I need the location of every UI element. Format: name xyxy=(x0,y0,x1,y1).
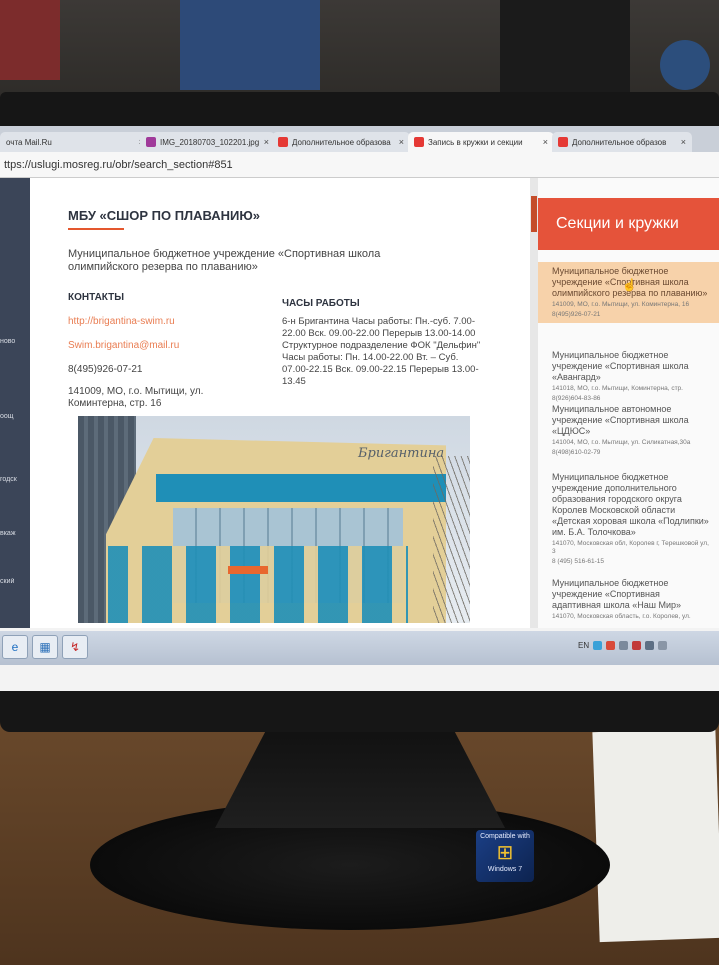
close-icon[interactable]: × xyxy=(399,137,404,147)
result-name: Муниципальное бюджетное учреждение «Спор… xyxy=(552,578,682,610)
building-sign: Бригантина xyxy=(358,446,445,461)
result-address: 141004, МО, г.о. Мытищи, ул. Силикатная,… xyxy=(552,439,691,446)
screen: очта Mail.Ru × IMG_20180703_102201.jpg ×… xyxy=(0,126,719,691)
shelf-binders xyxy=(180,0,320,90)
shelf-globe xyxy=(660,40,710,90)
shelf-box xyxy=(500,0,630,100)
hours-heading: ЧАСЫ РАБОТЫ xyxy=(282,298,360,309)
photo-orange-tiles xyxy=(228,566,268,574)
tab-label: Дополнительное образова xyxy=(292,137,391,147)
tab-mail[interactable]: очта Mail.Ru × xyxy=(0,132,150,152)
result-item[interactable]: Муниципальное бюджетное учреждение «Спор… xyxy=(538,262,719,323)
tab-label: IMG_20180703_102201.jpg xyxy=(160,137,260,147)
tray-app-icon[interactable] xyxy=(593,641,603,650)
address-text: 141009, МО, г.о. Мытищи, ул. Коминтерна,… xyxy=(68,386,204,409)
scrollbar[interactable] xyxy=(530,178,538,628)
windows-logo-icon: ⊞ xyxy=(496,842,514,864)
result-phone: 8 (495) 516-61-15 xyxy=(552,558,605,565)
result-item[interactable]: Муниципальное бюджетное учреждение «Спор… xyxy=(538,574,719,625)
page: ново оощ годск вкаж ский МБУ «СШОР ПО ПЛ… xyxy=(0,178,719,646)
results-panel: Секции и кружки Муниципальное бюджетное … xyxy=(538,178,719,628)
address-bar[interactable]: ttps://uslugi.mosreg.ru/obr/search_secti… xyxy=(0,152,719,178)
result-name: Муниципальное автономное учреждение «Спо… xyxy=(552,404,689,436)
rail-item[interactable]: ново xyxy=(0,338,30,345)
org-details: МБУ «СШОР ПО ПЛАВАНИЮ» Муниципальное бюд… xyxy=(30,178,530,646)
windows7-sticker: Compatible with ⊞ Windows 7 xyxy=(476,830,534,882)
title-underline xyxy=(68,228,124,230)
building-photo: Бригантина xyxy=(78,416,470,623)
close-icon[interactable]: × xyxy=(264,137,269,147)
language-indicator[interactable]: EN xyxy=(578,641,589,650)
result-name: Муниципальное бюджетное учреждение допол… xyxy=(552,472,709,537)
scroll-thumb[interactable] xyxy=(531,196,537,232)
result-item[interactable]: Муниципальное бюджетное учреждение «Спор… xyxy=(538,346,719,407)
tab-label: Запись в кружки и секции xyxy=(428,137,523,147)
tab-zapis-v-kruzhki[interactable]: Запись в кружки и секции × xyxy=(408,132,554,152)
contacts-heading: КОНТАКТЫ xyxy=(68,292,125,303)
hand-cursor-icon: ☝ xyxy=(622,278,637,292)
phone-text: 8(495)926-07-21 xyxy=(68,364,143,375)
org-full-name: Муниципальное бюджетное учреждение «Спор… xyxy=(68,248,381,273)
wall-poster xyxy=(0,0,60,80)
hours-text: 6-н Бригантина Часы работы: Пн.-суб. 7.0… xyxy=(282,316,481,387)
image-icon xyxy=(146,137,156,147)
website-link[interactable]: http://brigantina-swim.ru xyxy=(68,316,175,328)
result-phone: 8(498)610-02-79 xyxy=(552,449,601,456)
result-name: Муниципальное бюджетное учреждение «Спор… xyxy=(552,350,689,382)
photo-tiles xyxy=(108,546,408,623)
result-address: 141070, Московская область, г.о. Королев… xyxy=(552,613,691,620)
chart-icon[interactable]: ↯ xyxy=(62,635,88,659)
photo-blue-band xyxy=(156,474,446,502)
result-address: 141009, МО, г.о. Мытищи, ул. Коминтерна,… xyxy=(552,301,690,308)
tab-dop-obrazovanie-2[interactable]: Дополнительное образов × xyxy=(552,132,692,152)
media-icon[interactable]: ▦ xyxy=(32,635,58,659)
result-item[interactable]: Муниципальное автономное учреждение «Спо… xyxy=(538,400,719,461)
tab-dop-obrazovanie-1[interactable]: Дополнительное образова × xyxy=(272,132,410,152)
result-address: 141070, Московская обл, Королев г, Тереш… xyxy=(552,540,709,555)
tray-flag-icon[interactable] xyxy=(632,641,642,650)
tray-network-icon[interactable] xyxy=(619,641,629,650)
rail-item[interactable]: ский xyxy=(0,578,30,585)
tab-bar: очта Mail.Ru × IMG_20180703_102201.jpg ×… xyxy=(0,126,719,152)
tray-volume-icon[interactable] xyxy=(645,641,655,650)
sticker-bottom-text: Windows 7 xyxy=(487,866,523,873)
tab-image[interactable]: IMG_20180703_102201.jpg × xyxy=(140,132,275,152)
mosreg-icon xyxy=(278,137,288,147)
panel-title: Секции и кружки xyxy=(538,198,719,250)
photo-tree xyxy=(433,456,470,623)
left-rail: ново оощ годск вкаж ский xyxy=(0,178,30,628)
url-text: ttps://uslugi.mosreg.ru/obr/search_secti… xyxy=(4,158,233,171)
tray-clock-icon[interactable] xyxy=(658,641,668,650)
result-item[interactable]: Муниципальное бюджетное учреждение допол… xyxy=(538,468,719,570)
close-icon[interactable]: × xyxy=(681,137,686,147)
ie-icon[interactable]: e xyxy=(2,635,28,659)
mosreg-icon xyxy=(558,137,568,147)
paper-stack xyxy=(592,727,719,943)
result-address: 141018, МО, г.о. Мытищи, Коминтерна, стр… xyxy=(552,385,683,392)
rail-item[interactable]: оощ xyxy=(0,413,30,420)
tab-label: очта Mail.Ru xyxy=(6,137,52,147)
tray-antivirus-icon[interactable] xyxy=(606,641,616,650)
rail-item[interactable]: вкаж xyxy=(0,530,30,537)
rail-item[interactable]: годск xyxy=(0,476,30,483)
page-title: МБУ «СШОР ПО ПЛАВАНИЮ» xyxy=(68,208,261,223)
sticker-top-text: Compatible with xyxy=(480,833,530,840)
tab-label: Дополнительное образов xyxy=(572,137,667,147)
email-link[interactable]: Swim.brigantina@mail.ru xyxy=(68,340,179,352)
close-icon[interactable]: × xyxy=(543,137,548,147)
mosreg-icon xyxy=(414,137,424,147)
taskbar: e ▦ ↯ EN xyxy=(0,631,719,665)
result-phone: 8(495)926-07-21 xyxy=(552,311,601,318)
system-tray: EN xyxy=(578,641,668,650)
